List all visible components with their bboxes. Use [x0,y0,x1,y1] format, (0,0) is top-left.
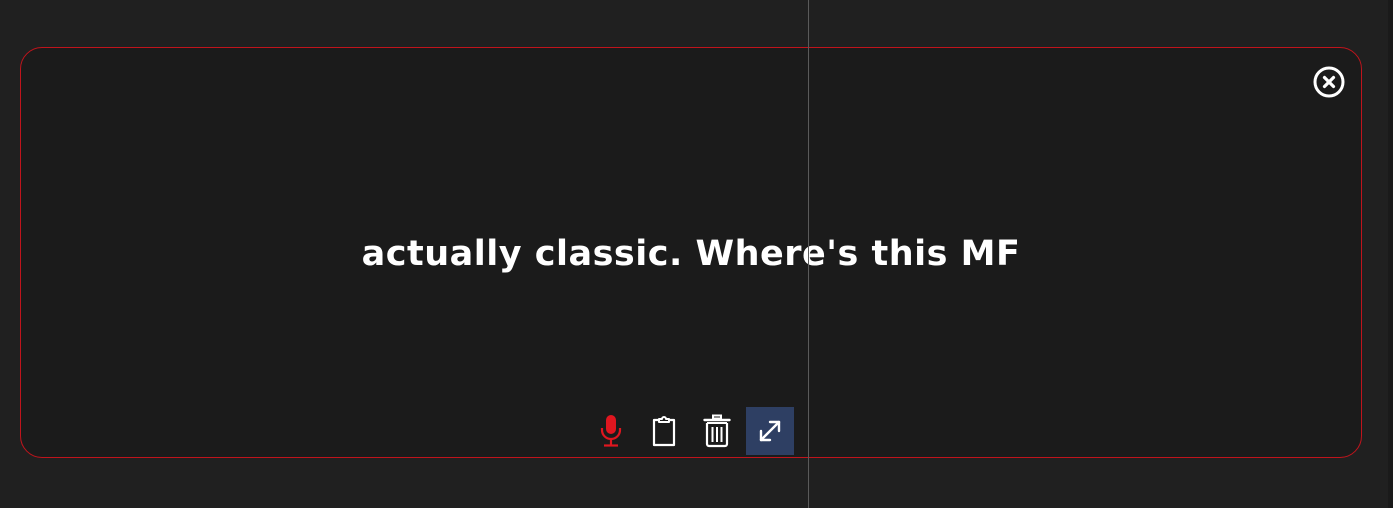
microphone-icon [600,415,622,447]
clipboard-icon [652,416,676,447]
transcription-panel: actually classic. Where's this MF [20,47,1362,458]
transcript-text: actually classic. Where's this MF [361,234,1021,274]
overlay-stage: actually classic. Where's this MF [0,0,1393,508]
window-divider [808,0,809,508]
transcript-toolbar [587,407,794,455]
expand-arrows-icon [759,420,781,442]
close-button[interactable] [1313,66,1345,98]
clear-transcript-button[interactable] [693,407,741,455]
trash-icon [703,414,731,448]
close-circle-icon [1313,66,1345,98]
copy-to-clipboard-button[interactable] [640,407,688,455]
window-edge [1388,0,1393,508]
microphone-button[interactable] [587,407,635,455]
expand-button[interactable] [746,407,794,455]
